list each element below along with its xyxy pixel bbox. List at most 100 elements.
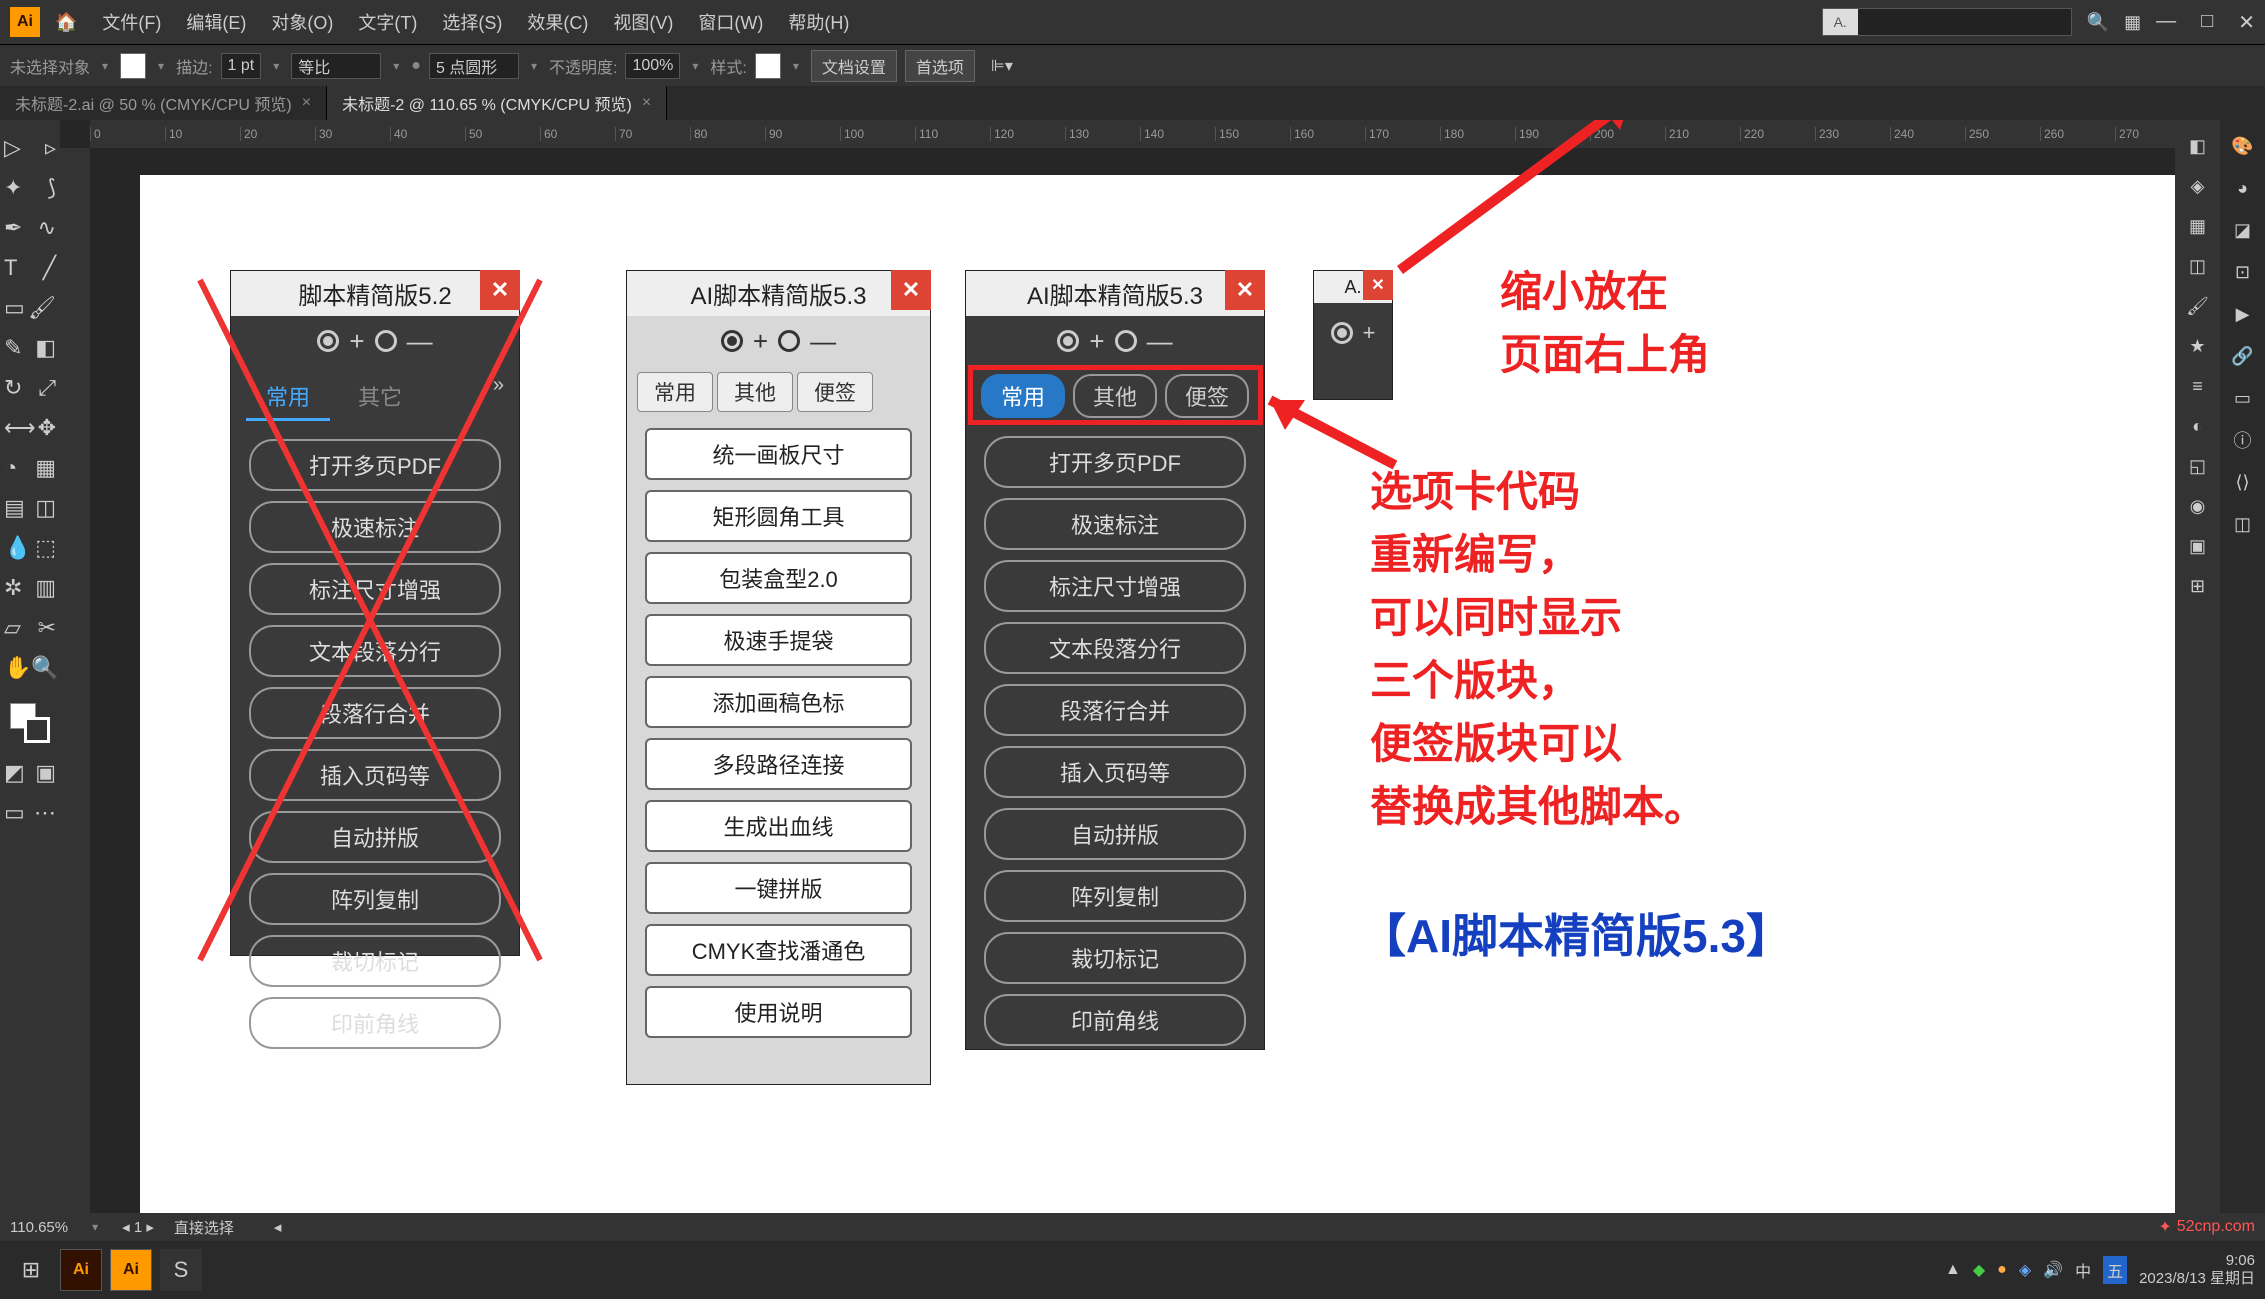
color-guide-icon[interactable]: ◕ [2227, 172, 2259, 204]
eraser-tool[interactable]: ◧ [35, 335, 56, 361]
menu-object[interactable]: 对象(O) [271, 9, 333, 35]
rect-tool[interactable]: ▭ [4, 295, 25, 321]
graph-tool[interactable]: ▥ [35, 575, 56, 601]
symbols-icon[interactable]: ★ [2182, 330, 2214, 362]
layers-icon[interactable]: ◈ [2182, 170, 2214, 202]
appearance-icon[interactable]: ◉ [2182, 490, 2214, 522]
tray-icon[interactable]: ▲ [1945, 1261, 1961, 1279]
eyedropper-tool[interactable]: 💧 [4, 535, 31, 561]
free-transform[interactable]: ✥ [38, 415, 56, 441]
chevron-icon[interactable]: » [493, 374, 504, 421]
brush-select[interactable]: 5 点圆形 [429, 53, 519, 79]
zoom-tool[interactable]: 🔍 [31, 655, 58, 681]
menu-file[interactable]: 文件(F) [102, 9, 161, 35]
maximize-icon[interactable]: □ [2201, 10, 2213, 35]
script-button[interactable]: 自动拼版 [249, 811, 501, 863]
close-button[interactable]: ✕ [480, 270, 520, 310]
radio-on[interactable] [317, 330, 339, 352]
tab-other[interactable]: 其它 [338, 374, 422, 421]
rotate-tool[interactable]: ↻ [4, 375, 22, 401]
start-button[interactable]: ⊞ [10, 1249, 52, 1291]
draw-mode[interactable]: ▣ [35, 760, 56, 786]
shape-builder[interactable]: ◔ [4, 455, 17, 481]
properties-icon[interactable]: ◧ [2182, 130, 2214, 162]
menu-edit[interactable]: 编辑(E) [186, 9, 246, 35]
color-mode[interactable]: ◩ [4, 760, 25, 786]
script-button[interactable]: 使用说明 [645, 986, 912, 1038]
mesh-tool[interactable]: ▤ [4, 495, 25, 521]
script-button[interactable]: 阵列复制 [984, 870, 1246, 922]
ime-icon[interactable]: 五 [2103, 1256, 2127, 1284]
opacity-input[interactable]: 100% [625, 53, 680, 79]
script-button[interactable]: 打开多页PDF [984, 436, 1246, 488]
script-button[interactable]: 多段路径连接 [645, 738, 912, 790]
script-button[interactable]: 文本段落分行 [249, 625, 501, 677]
css-icon[interactable]: ⟨⟩ [2227, 466, 2259, 498]
minimize-icon[interactable]: — [2156, 10, 2176, 35]
script-button[interactable]: CMYK查找潘通色 [645, 924, 912, 976]
menu-view[interactable]: 视图(V) [613, 9, 673, 35]
docset-button[interactable]: 文档设置 [811, 50, 897, 82]
tray-icon[interactable]: ◈ [2019, 1260, 2031, 1280]
prefs-button[interactable]: 首选项 [905, 50, 975, 82]
home-icon[interactable]: 🏠 [55, 12, 77, 33]
menu-help[interactable]: 帮助(H) [788, 9, 849, 35]
pen-tool[interactable]: ✒ [4, 215, 22, 241]
script-button[interactable]: 统一画板尺寸 [645, 428, 912, 480]
script-button[interactable]: 标注尺寸增强 [249, 563, 501, 615]
magic-wand-tool[interactable]: ✦ [4, 175, 22, 201]
gradient-tool[interactable]: ◫ [35, 495, 56, 521]
graphic-styles-icon[interactable]: ▣ [2182, 530, 2214, 562]
radio-on[interactable] [1057, 330, 1079, 352]
curve-tool[interactable]: ∿ [38, 215, 56, 241]
script-button[interactable]: 阵列复制 [249, 873, 501, 925]
search-input[interactable]: A. [1822, 8, 2072, 36]
tab-common[interactable]: 常用 [246, 374, 330, 421]
tray-icon[interactable]: ● [1997, 1261, 2007, 1279]
menu-window[interactable]: 窗口(W) [698, 9, 763, 35]
menu-select[interactable]: 选择(S) [442, 9, 502, 35]
slice-tool[interactable]: ✂ [38, 615, 56, 641]
script-button[interactable]: 矩形圆角工具 [645, 490, 912, 542]
screen-mode[interactable]: ▭ [4, 800, 25, 826]
task-ai-1[interactable]: Ai [60, 1249, 102, 1291]
brush-tool[interactable]: 🖌 [28, 295, 56, 321]
stroke-icon[interactable]: ≡ [2182, 370, 2214, 402]
swatches-icon[interactable]: ◫ [2182, 250, 2214, 282]
gradient-icon[interactable]: ◐ [2182, 410, 2214, 442]
shaper-tool[interactable]: ✎ [4, 335, 22, 361]
script-button[interactable]: 标注尺寸增强 [984, 560, 1246, 612]
tab-common[interactable]: 常用 [637, 372, 713, 412]
arrange-icon[interactable]: ▦ [2124, 12, 2141, 33]
radio-on[interactable] [1331, 322, 1353, 344]
libraries-icon[interactable]: ▦ [2182, 210, 2214, 242]
lasso-tool[interactable]: ⟆ [47, 175, 56, 201]
ime-icon[interactable]: 中 [2075, 1258, 2091, 1282]
script-button[interactable]: 生成出血线 [645, 800, 912, 852]
actions-icon[interactable]: ▶ [2227, 298, 2259, 330]
scale-tool[interactable]: ⤢ [38, 375, 56, 401]
doc-tab-2[interactable]: 未标题-2 @ 110.65 % (CMYK/CPU 预览)× [327, 86, 667, 120]
task-app[interactable]: S [160, 1249, 202, 1291]
align-icon[interactable]: ⊞ [2182, 570, 2214, 602]
radio-off[interactable] [1115, 330, 1137, 352]
radio-off[interactable] [375, 330, 397, 352]
symbol-spray[interactable]: ✲ [4, 575, 22, 601]
hand-tool[interactable]: ✋ [4, 655, 31, 681]
search-icon[interactable]: 🔍 [2087, 12, 2109, 33]
menu-effect[interactable]: 效果(C) [527, 9, 588, 35]
script-button[interactable]: 印前角线 [984, 994, 1246, 1046]
links-icon[interactable]: 🔗 [2227, 340, 2259, 372]
doc-tab-1[interactable]: 未标题-2.ai @ 50 % (CMYK/CPU 预览)× [0, 86, 327, 120]
menu-text[interactable]: 文字(T) [358, 9, 417, 35]
width-tool[interactable]: ⟷ [4, 415, 36, 441]
line-tool[interactable]: ╱ [43, 255, 56, 281]
tray-icon[interactable]: ◆ [1973, 1260, 1985, 1280]
script-button[interactable]: 段落行合并 [249, 687, 501, 739]
brushes-icon[interactable]: 🖌 [2182, 290, 2214, 322]
script-button[interactable]: 段落行合并 [984, 684, 1246, 736]
clock[interactable]: 9:062023/8/13 星期日 [2139, 1252, 2255, 1288]
tab-notes[interactable]: 便签 [797, 372, 873, 412]
separations-icon[interactable]: ◫ [2227, 508, 2259, 540]
script-button[interactable]: 插入页码等 [984, 746, 1246, 798]
